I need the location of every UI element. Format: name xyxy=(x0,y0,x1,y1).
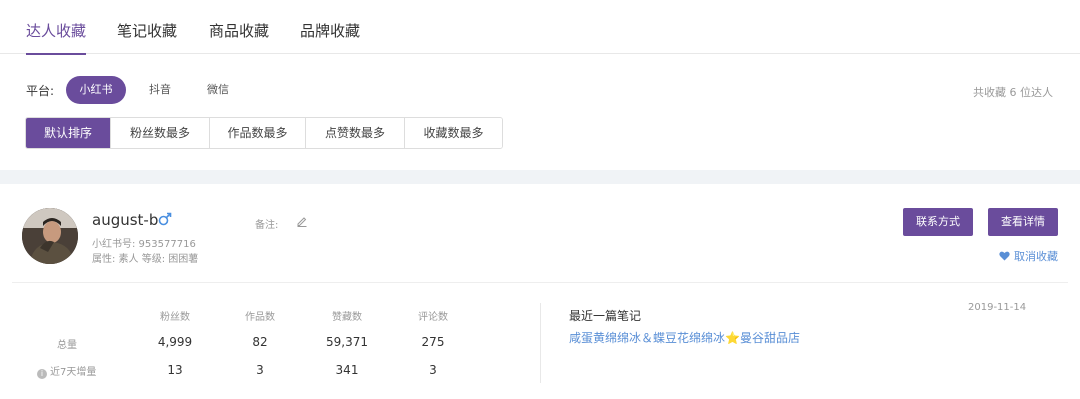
card-divider xyxy=(12,282,1068,283)
view-details-button[interactable]: 查看详情 xyxy=(988,208,1058,236)
stats-divider xyxy=(540,303,541,383)
tab-products[interactable]: 商品收藏 xyxy=(209,20,269,54)
sort-followers[interactable]: 粉丝数最多 xyxy=(111,118,210,148)
stat-header-comments: 评论数 xyxy=(418,312,448,323)
username: august-b xyxy=(92,211,159,229)
contact-button[interactable]: 联系方式 xyxy=(903,208,973,236)
stat-header-likes: 赞藏数 xyxy=(332,312,362,323)
row-label-total: 总量 xyxy=(57,340,77,351)
stat-total-followers: 4,999 xyxy=(157,335,193,349)
stat-header-followers: 粉丝数 xyxy=(160,312,190,323)
sort-works[interactable]: 作品数最多 xyxy=(210,118,306,148)
male-icon xyxy=(158,212,172,226)
sort-default[interactable]: 默认排序 xyxy=(26,118,111,148)
tab-brands[interactable]: 品牌收藏 xyxy=(300,20,360,54)
stat-7day-likes: 341 xyxy=(335,363,359,377)
stat-7day-works: 3 xyxy=(256,363,264,377)
unfavorite-label: 取消收藏 xyxy=(1014,250,1058,263)
platform-wechat[interactable]: 微信 xyxy=(194,76,242,104)
unfavorite-button[interactable]: 取消收藏 xyxy=(999,248,1058,264)
info-icon[interactable]: i xyxy=(37,369,47,379)
sort-favorites[interactable]: 收藏数最多 xyxy=(405,118,502,148)
platform-douyin[interactable]: 抖音 xyxy=(136,76,184,104)
avatar[interactable] xyxy=(22,208,78,264)
platform-xiaohongshu[interactable]: 小红书 xyxy=(66,76,126,104)
recent-note-link[interactable]: 咸蛋黄绵绵冰＆蝶豆花绵绵冰⭐曼谷甜品店 xyxy=(569,329,800,346)
tab-creators[interactable]: 达人收藏 xyxy=(26,20,87,55)
stat-header-works: 作品数 xyxy=(245,312,275,323)
total-count: 共收藏 6 位达人 xyxy=(973,86,1053,99)
recent-note-date: 2019-11-14 xyxy=(968,302,1027,313)
xhs-id: 小红书号: 953577716 xyxy=(92,239,196,250)
row-label-7day-text: 近7天增量 xyxy=(50,367,97,378)
sort-likes[interactable]: 点赞数最多 xyxy=(306,118,405,148)
remark-label: 备注: xyxy=(255,220,279,231)
heart-icon xyxy=(999,251,1010,261)
platform-label: 平台: xyxy=(26,84,55,98)
stat-total-comments: 275 xyxy=(421,335,445,349)
sort-group: 默认排序 粉丝数最多 作品数最多 点赞数最多 收藏数最多 xyxy=(25,117,503,149)
stat-7day-followers: 13 xyxy=(167,363,183,377)
recent-note-title: 最近一篇笔记 xyxy=(569,309,642,323)
collection-tabs: 达人收藏 笔记收藏 商品收藏 品牌收藏 xyxy=(0,0,1080,55)
tab-notes[interactable]: 笔记收藏 xyxy=(117,20,177,54)
stat-7day-comments: 3 xyxy=(429,363,437,377)
stat-total-works: 82 xyxy=(252,335,268,349)
attributes: 属性: 素人 等级: 困困薯 xyxy=(92,254,199,265)
edit-icon[interactable] xyxy=(296,215,308,227)
stat-total-likes: 59,371 xyxy=(326,335,368,349)
section-divider xyxy=(0,170,1080,184)
row-label-7day: i 近7天增量 xyxy=(37,363,96,379)
